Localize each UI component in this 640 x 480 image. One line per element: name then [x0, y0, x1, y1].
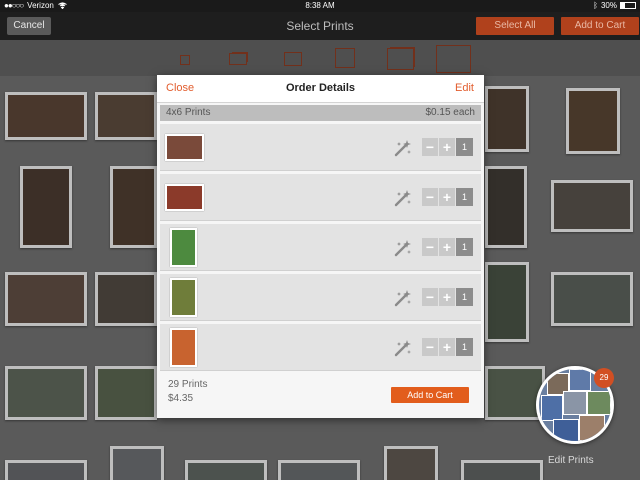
order-item-row: − +1 [160, 124, 481, 171]
order-item-row: − +1 [160, 174, 481, 221]
edit-button[interactable]: Edit [455, 82, 474, 94]
bubble-photo [569, 369, 591, 391]
order-items-list: − +1− +1− +1− +1− +1 [160, 124, 481, 374]
print-size-label: 4x6 Prints [166, 107, 211, 118]
increment-button[interactable]: + [439, 238, 456, 256]
bubble-photo [579, 415, 605, 441]
quantity-value: 1 [456, 338, 473, 356]
magic-wand-icon[interactable] [393, 188, 413, 208]
edit-prints-count-badge: 29 [594, 368, 614, 388]
add-to-cart-button[interactable]: Add to Cart [391, 387, 469, 403]
modal-footer: 29 Prints $4.35 Add to Cart [157, 372, 484, 418]
order-item-row: − +1 [160, 224, 481, 271]
print-count: 29 Prints [168, 379, 208, 390]
quantity-stepper: − +1 [422, 138, 473, 156]
order-details-modal: Close Order Details Edit 4x6 Prints $0.1… [157, 75, 484, 418]
bluetooth-icon: ᛒ [593, 1, 598, 10]
status-time: 8:38 AM [305, 1, 335, 10]
quantity-value: 1 [456, 138, 473, 156]
add-to-cart-top-button[interactable]: Add to Cart [561, 17, 639, 35]
order-item-thumbnail[interactable] [170, 228, 197, 267]
nav-bar: Cancel Select Prints Select All Add to C… [0, 12, 640, 40]
order-total: $4.35 [168, 393, 194, 404]
decrement-button[interactable]: − [422, 338, 439, 356]
print-size-header: 4x6 Prints $0.15 each [160, 105, 481, 121]
status-bar: ●●○○○ Verizon 8:38 AM ᛒ 30% [0, 0, 640, 12]
battery-icon [620, 2, 636, 9]
decrement-button[interactable]: − [422, 138, 439, 156]
order-item-row: − +1 [160, 324, 481, 371]
decrement-button[interactable]: − [422, 288, 439, 306]
order-item-thumbnail[interactable] [165, 184, 204, 211]
quantity-stepper: − +1 [422, 338, 473, 356]
modal-title: Order Details [285, 82, 356, 94]
quantity-value: 1 [456, 188, 473, 206]
quantity-stepper: − +1 [422, 238, 473, 256]
quantity-value: 1 [456, 288, 473, 306]
order-item-row: − +1 [160, 274, 481, 321]
magic-wand-icon[interactable] [393, 238, 413, 258]
increment-button[interactable]: + [439, 288, 456, 306]
magic-wand-icon[interactable] [393, 288, 413, 308]
battery-fill [621, 3, 626, 8]
battery-percent: 30% [600, 1, 617, 10]
print-price-label: $0.15 each [425, 107, 476, 118]
order-item-thumbnail[interactable] [170, 328, 197, 367]
bubble-photo [541, 395, 563, 421]
magic-wand-icon[interactable] [393, 138, 413, 158]
bubble-photo [563, 391, 587, 415]
order-item-thumbnail[interactable] [165, 134, 204, 161]
decrement-button[interactable]: − [422, 238, 439, 256]
modal-header: Close Order Details Edit [157, 75, 484, 103]
quantity-stepper: − +1 [422, 188, 473, 206]
edit-prints-label[interactable]: Edit Prints [548, 455, 594, 466]
quantity-value: 1 [456, 238, 473, 256]
increment-button[interactable]: + [439, 138, 456, 156]
decrement-button[interactable]: − [422, 188, 439, 206]
quantity-stepper: − +1 [422, 288, 473, 306]
increment-button[interactable]: + [439, 188, 456, 206]
select-all-button[interactable]: Select All [476, 17, 554, 35]
increment-button[interactable]: + [439, 338, 456, 356]
order-item-thumbnail[interactable] [170, 278, 197, 317]
bubble-photo [587, 391, 611, 415]
magic-wand-icon[interactable] [393, 338, 413, 358]
bubble-photo [553, 419, 579, 441]
